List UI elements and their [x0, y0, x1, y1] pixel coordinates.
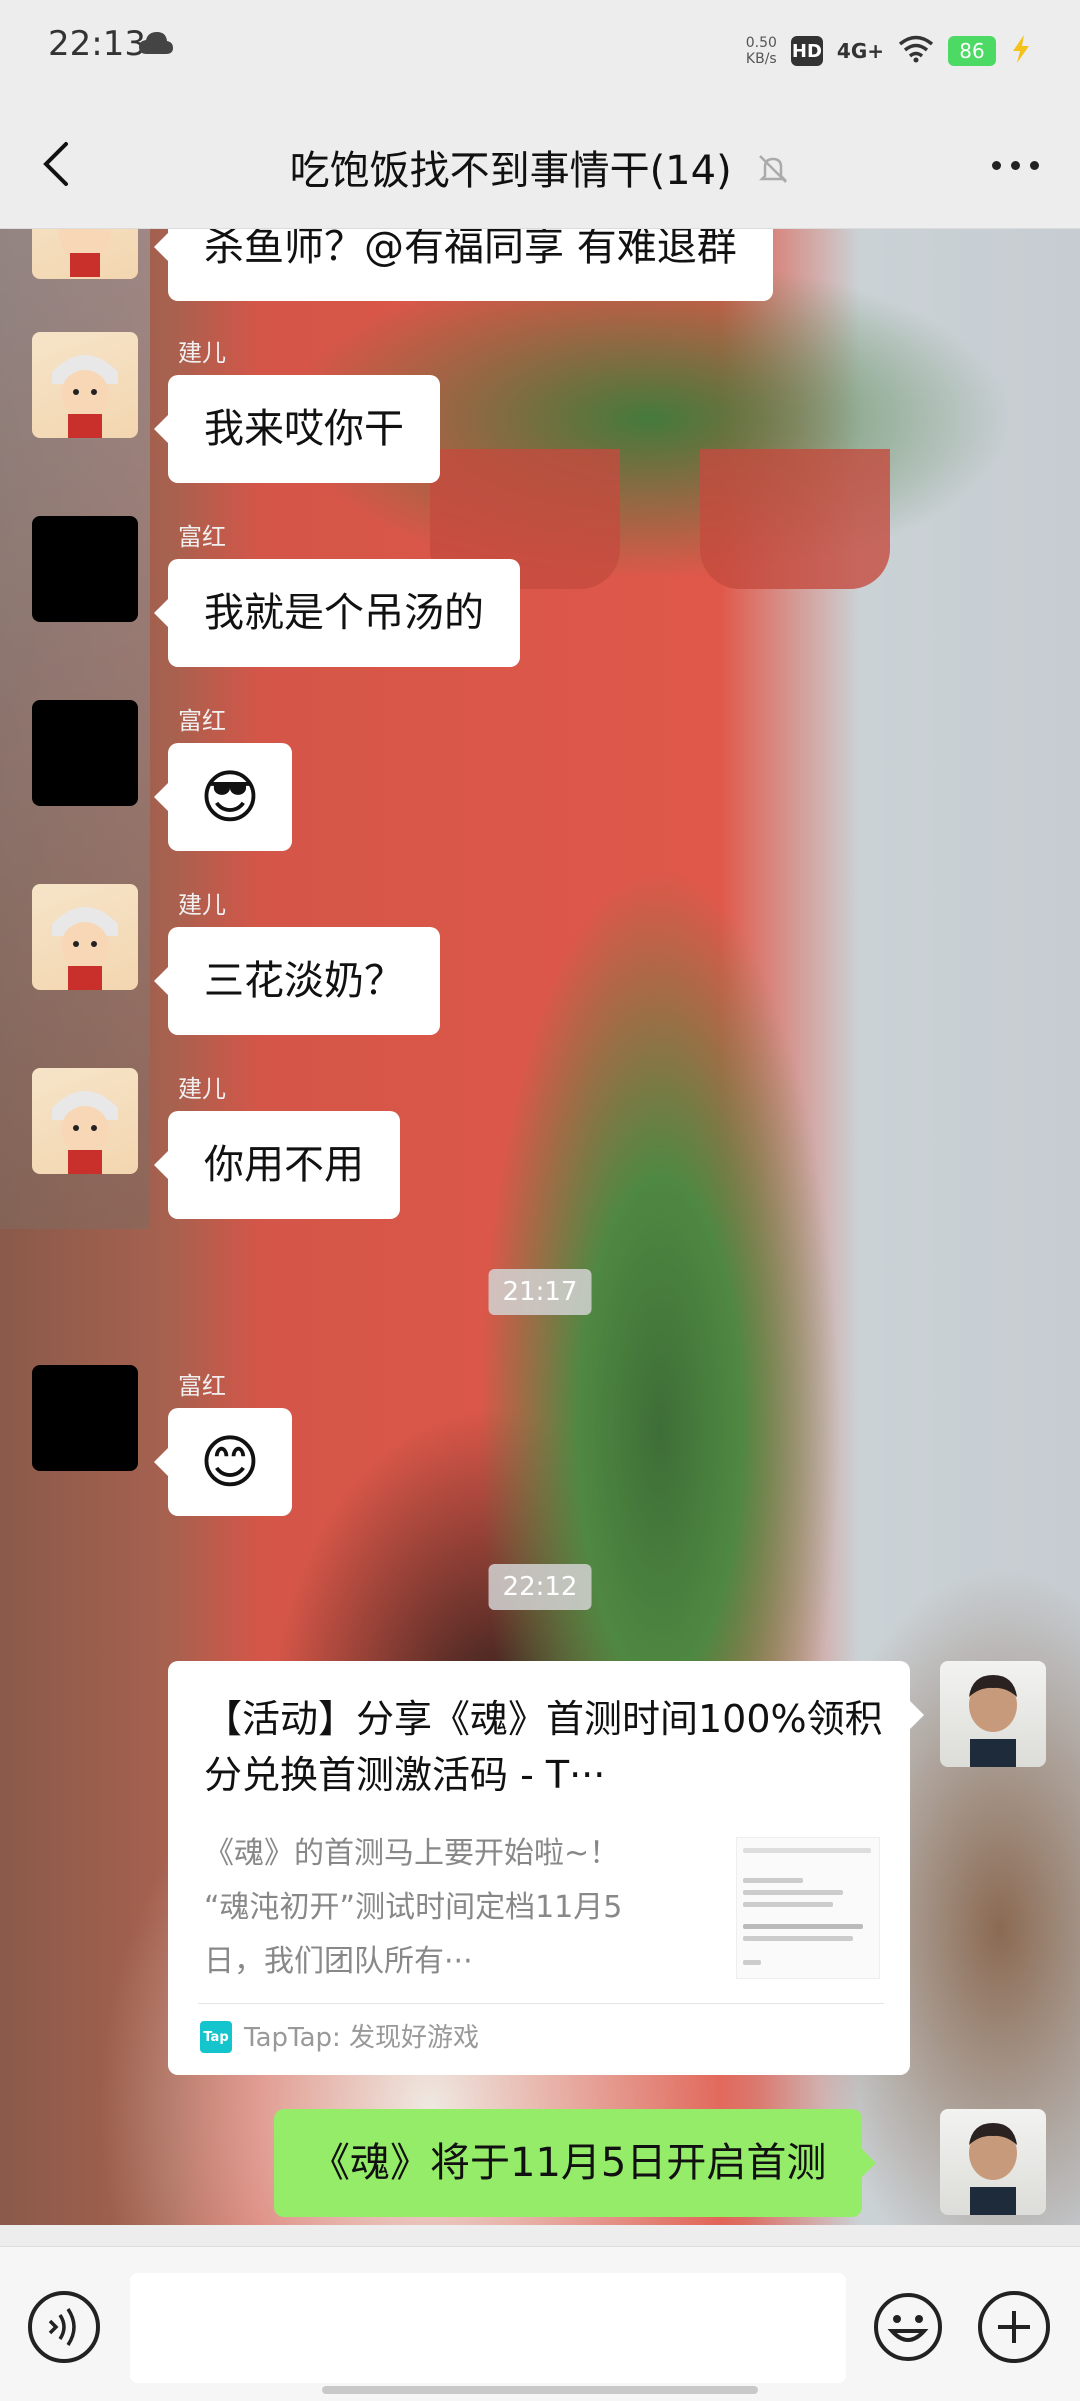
- status-time: 22:13: [48, 24, 146, 64]
- chat-message-list[interactable]: 杀鱼师？@有福同享 有难退群 建儿 我来哎你干 富红 我就是个吊汤的 富红 😎 …: [0, 229, 1080, 2225]
- timestamp-divider: 22:12: [488, 1564, 592, 1610]
- avatar[interactable]: [32, 1365, 138, 1471]
- chat-title-wrap: 吃饱饭找不到事情干(14): [0, 138, 1080, 196]
- avatar[interactable]: [32, 884, 138, 990]
- hd-badge: HD: [790, 36, 823, 66]
- more-dot: [1029, 160, 1039, 170]
- plus-icon: [998, 2311, 1030, 2343]
- voice-icon: [48, 2308, 76, 2346]
- message-bubble[interactable]: 我就是个吊汤的: [154, 559, 520, 667]
- avatar[interactable]: [32, 332, 138, 438]
- charging-icon: [1010, 34, 1032, 68]
- emoji-message-bubble[interactable]: 😊: [154, 1408, 292, 1516]
- more-functions-button[interactable]: [978, 2291, 1050, 2363]
- taptap-icon: Tap: [200, 2021, 232, 2053]
- battery-indicator: 86: [948, 36, 996, 66]
- sender-name: 建儿: [178, 891, 226, 919]
- chat-header: 吃饱饭找不到事情干(14): [0, 100, 1080, 229]
- voice-input-button[interactable]: [28, 2291, 100, 2363]
- wifi-icon: [898, 35, 934, 67]
- own-avatar[interactable]: [940, 1661, 1046, 1767]
- smiley-icon: [874, 2293, 942, 2361]
- shared-link-description: 《魂》的首测马上要开始啦~！ “魂沌初开”测试时间定档11月5日，我们团队所有·…: [204, 1836, 623, 1979]
- cellular-signal-icon: 4G+: [836, 39, 884, 63]
- avatar[interactable]: [32, 700, 138, 806]
- wallpaper-flowerpot: [700, 449, 890, 589]
- shared-link-source: TapTap: 发现好游戏: [244, 2023, 480, 2053]
- message-input[interactable]: [130, 2273, 846, 2383]
- message-bubble[interactable]: 你用不用: [154, 1111, 400, 1219]
- network-speed: 0.50 KB/s: [745, 35, 777, 67]
- avatar[interactable]: [32, 1068, 138, 1174]
- shared-link-thumbnail: [736, 1837, 880, 1979]
- avatar[interactable]: [32, 516, 138, 622]
- sender-name: 富红: [178, 707, 226, 735]
- shared-link-card[interactable]: 【活动】分享《魂》首测时间100%领积分兑换首测激活码 - T··· 《魂》的首…: [168, 1661, 924, 2075]
- status-bar: 22:13 0.50 KB/s HD 4G+ 86: [0, 0, 1080, 100]
- message-bubble[interactable]: 杀鱼师？@有福同享 有难退群: [154, 229, 773, 301]
- muted-bell-icon: [756, 150, 790, 196]
- message-bubble[interactable]: 三花淡奶？: [154, 927, 440, 1035]
- own-message-bubble[interactable]: 《魂》将于11月5日开启首测: [274, 2109, 877, 2217]
- more-options-button[interactable]: [980, 140, 1050, 190]
- sender-name: 富红: [178, 523, 226, 551]
- emoji-button[interactable]: [872, 2291, 944, 2363]
- shared-link-title: 【活动】分享《魂》首测时间100%领积分兑换首测激活码 - T···: [204, 1697, 883, 1797]
- input-bar: [0, 2246, 1080, 2401]
- emoji-message-bubble[interactable]: 😎: [154, 743, 292, 851]
- more-dot: [1010, 160, 1020, 170]
- cloud-icon: [138, 30, 174, 60]
- more-dot: [991, 160, 1001, 170]
- home-indicator[interactable]: [322, 2386, 758, 2394]
- sender-name: 建儿: [178, 339, 226, 367]
- avatar[interactable]: [32, 229, 138, 279]
- message-bubble[interactable]: 我来哎你干: [154, 375, 440, 483]
- timestamp-divider: 21:17: [488, 1269, 592, 1315]
- card-divider: [198, 2003, 884, 2004]
- chat-title: 吃饱饭找不到事情干(14): [289, 148, 732, 194]
- sender-name: 富红: [178, 1372, 226, 1400]
- sender-name: 建儿: [178, 1075, 226, 1103]
- own-avatar[interactable]: [940, 2109, 1046, 2215]
